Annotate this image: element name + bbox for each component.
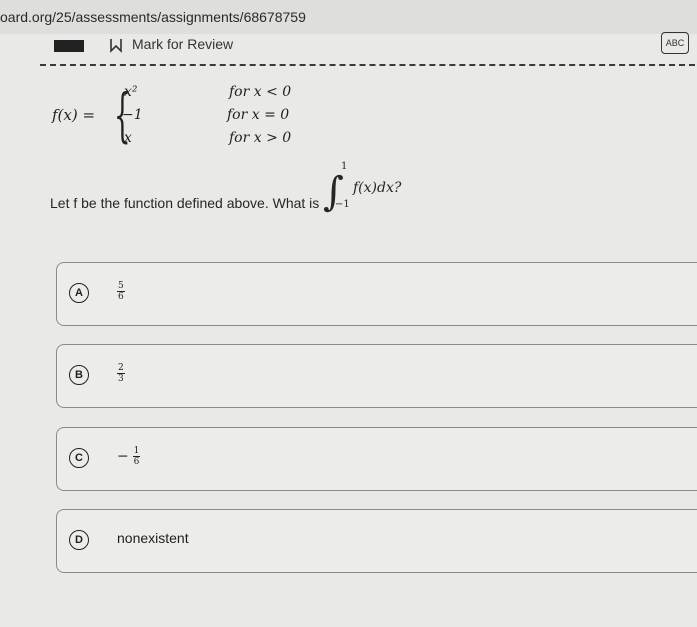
choice-value-d: nonexistent	[117, 530, 189, 546]
piecewise-function: f(x) = { x² for x < 0 −1 for x = 0 x for…	[52, 81, 312, 152]
integrand: f(x)dx?	[353, 180, 402, 196]
question-number-box	[54, 40, 84, 52]
function-lhs: f(x) =	[52, 106, 96, 124]
bookmark-icon[interactable]	[108, 37, 124, 53]
case-row-1: x² for x < 0	[124, 84, 291, 100]
case-cond-2: for x = 0	[227, 107, 290, 123]
case-expr-3: x	[124, 130, 132, 146]
case-cond-1: for x < 0	[229, 84, 292, 100]
choice-value-c: − 1 6	[117, 446, 141, 467]
case-expr-1: x²	[124, 84, 138, 100]
choice-letter-a: A	[69, 283, 89, 303]
question-prompt: Let f be the function defined above. Wha…	[50, 161, 450, 229]
fraction: 1 6	[132, 446, 141, 467]
integral-upper-limit: 1	[341, 161, 348, 172]
case-cond-3: for x > 0	[229, 130, 292, 146]
case-row-2: −1 for x = 0	[122, 107, 289, 123]
choice-letter-c: C	[69, 448, 89, 468]
case-row-3: x for x > 0	[124, 130, 291, 146]
assessment-page: Mark for Review ABC f(x) = { x² for x < …	[0, 32, 697, 627]
answer-choice-a[interactable]: A 5 6	[56, 262, 697, 326]
choice-value-b: 2 3	[117, 363, 125, 384]
integral-expression: ∫ 1 −1 f(x)dx?	[323, 161, 443, 215]
fraction: 5 6	[117, 281, 125, 302]
case-expr-2: −1	[122, 107, 143, 123]
answer-choice-d[interactable]: D nonexistent	[56, 509, 697, 573]
choice-letter-b: B	[69, 365, 89, 385]
answer-choice-c[interactable]: C − 1 6	[56, 427, 697, 491]
mark-for-review-button[interactable]: Mark for Review	[132, 36, 233, 52]
answer-eliminator-button[interactable]: ABC	[661, 32, 689, 54]
question-text: Let f be the function defined above. Wha…	[50, 195, 320, 211]
choice-letter-d: D	[69, 530, 89, 550]
fraction: 2 3	[117, 363, 125, 384]
url-text: oard.org/25/assessments/assignments/6867…	[0, 9, 306, 25]
integral-lower-limit: −1	[335, 199, 350, 210]
address-bar[interactable]: oard.org/25/assessments/assignments/6867…	[0, 0, 697, 34]
question-header: Mark for Review ABC	[40, 32, 695, 66]
choice-value-a: 5 6	[117, 281, 125, 302]
answer-choice-b[interactable]: B 2 3	[56, 344, 697, 408]
